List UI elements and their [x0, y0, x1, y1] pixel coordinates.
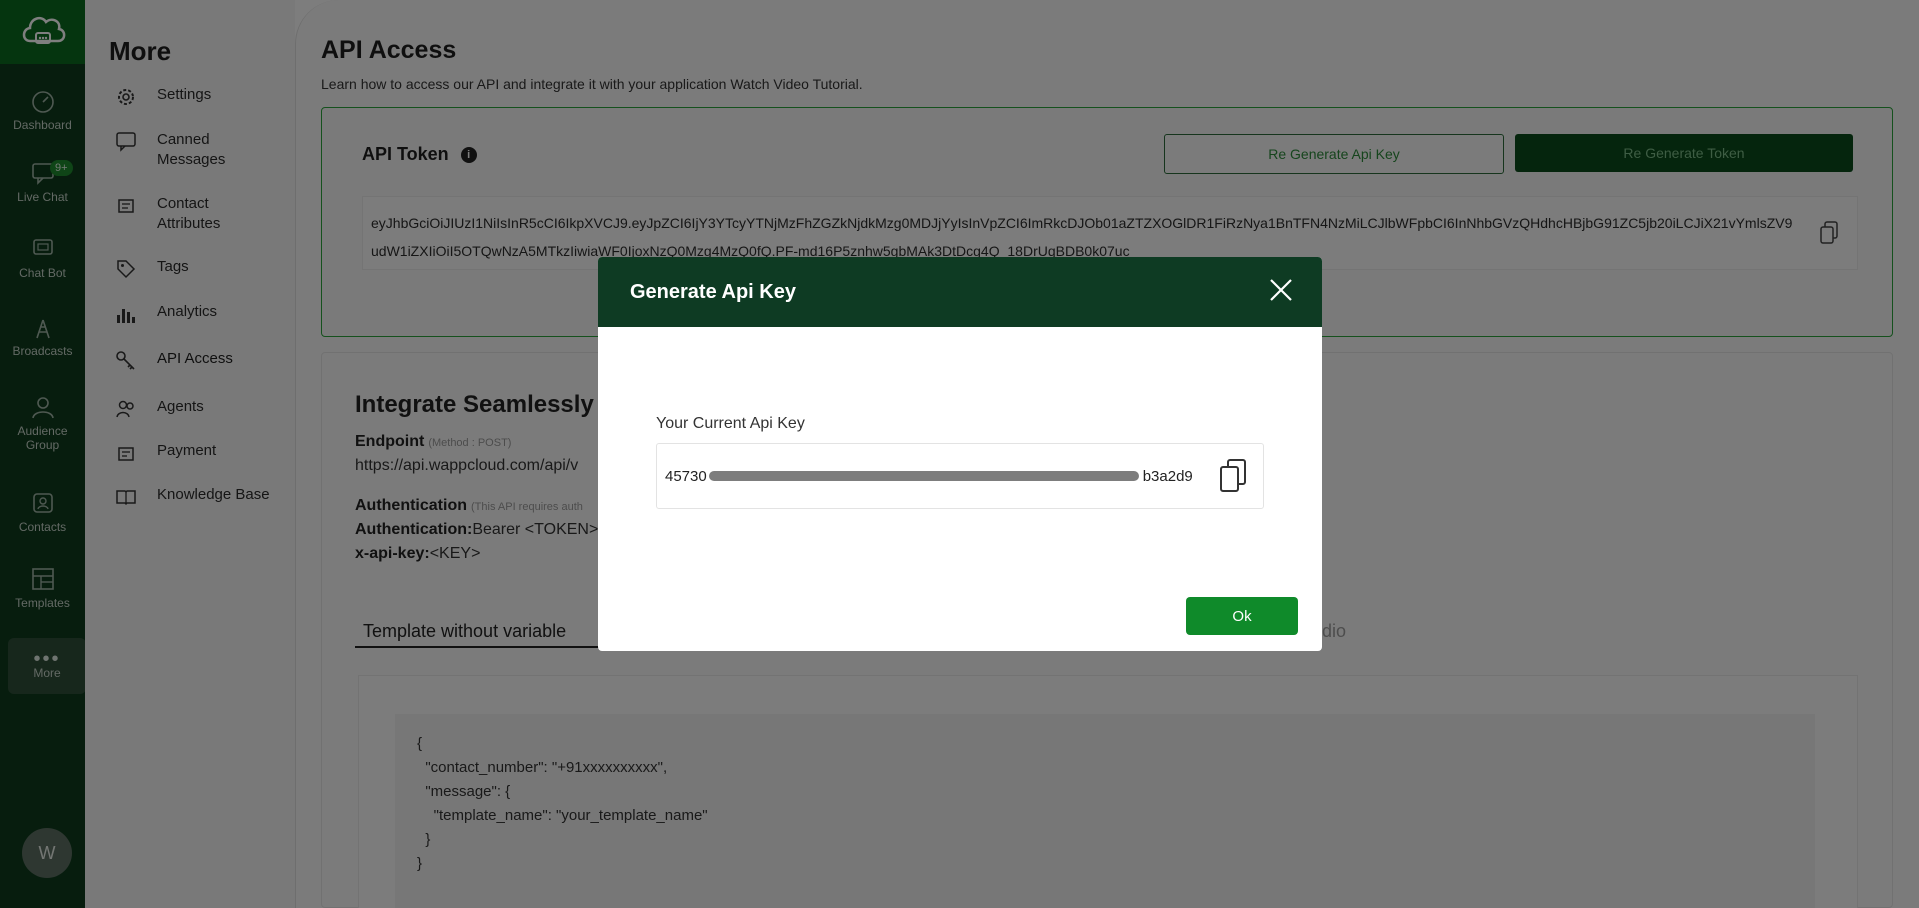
redaction-mask — [709, 471, 1139, 481]
ok-button[interactable]: Ok — [1186, 597, 1298, 635]
copy-icon[interactable] — [1219, 458, 1247, 494]
current-api-key-field[interactable]: 45730 b3a2d9 — [656, 443, 1264, 509]
api-key-suffix: b3a2d9 — [1142, 468, 1193, 485]
generate-api-key-modal: Generate Api Key Your Current Api Key 45… — [598, 257, 1322, 651]
modal-header: Generate Api Key — [598, 257, 1322, 327]
api-key-prefix: 45730 — [665, 468, 707, 485]
current-api-key-label: Your Current Api Key — [656, 415, 805, 432]
modal-title: Generate Api Key — [630, 280, 796, 303]
close-icon[interactable] — [1266, 275, 1296, 305]
